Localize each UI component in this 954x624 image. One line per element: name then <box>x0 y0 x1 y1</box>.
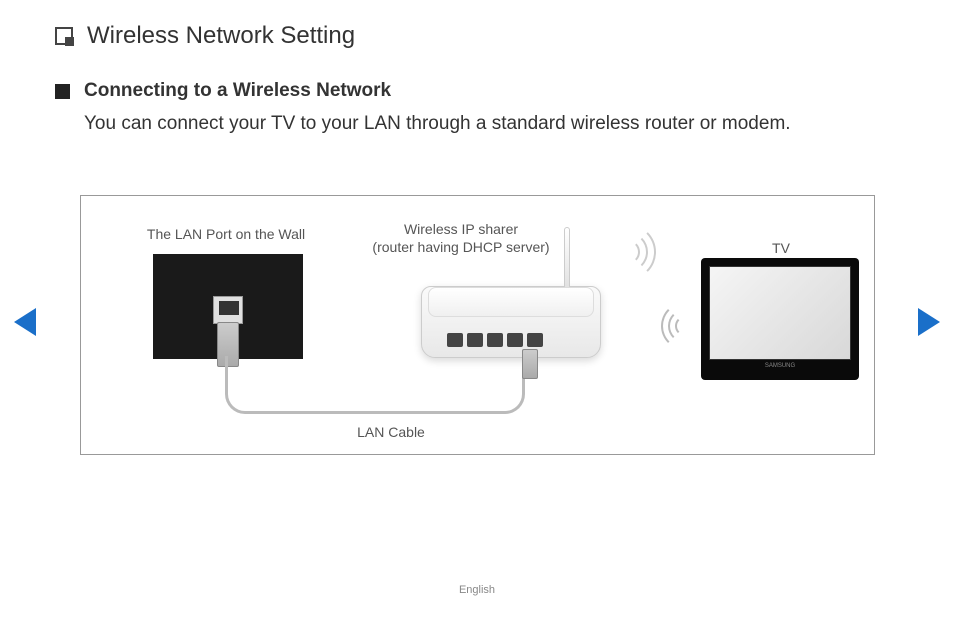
lan-port-icon <box>213 296 243 324</box>
label-router: Wireless IP sharer (router having DHCP s… <box>351 220 571 256</box>
section-heading-text: Connecting to a Wireless Network <box>84 80 391 102</box>
title-bullet-icon <box>55 27 73 45</box>
page-title-text: Wireless Network Setting <box>87 22 355 50</box>
next-page-button[interactable] <box>918 308 940 336</box>
lan-cable-icon <box>225 356 525 414</box>
section-connecting: Connecting to a Wireless Network You can… <box>55 80 899 139</box>
page-title: Wireless Network Setting <box>55 22 355 50</box>
label-router-line2: (router having DHCP server) <box>372 239 549 255</box>
section-description: You can connect your TV to your LAN thro… <box>84 110 899 139</box>
label-router-line1: Wireless IP sharer <box>404 221 518 237</box>
network-diagram: The LAN Port on the Wall Wireless IP sha… <box>80 195 875 455</box>
router-icon <box>421 286 601 358</box>
section-heading: Connecting to a Wireless Network <box>55 80 899 102</box>
router-top-icon <box>428 287 594 317</box>
label-tv: TV <box>731 240 831 256</box>
label-lan-cable: LAN Cable <box>331 424 451 440</box>
prev-page-button[interactable] <box>14 308 36 336</box>
wall-panel-icon <box>153 254 303 359</box>
tv-icon: SAMSUNG <box>701 258 859 380</box>
router-cable-plug-icon <box>522 349 538 379</box>
footer-language: English <box>0 584 954 596</box>
section-bullet-icon <box>55 84 70 99</box>
label-wall-port: The LAN Port on the Wall <box>136 226 316 242</box>
tv-brand-label: SAMSUNG <box>709 363 851 369</box>
router-ports-icon <box>447 333 543 347</box>
tv-screen-icon <box>709 266 851 360</box>
